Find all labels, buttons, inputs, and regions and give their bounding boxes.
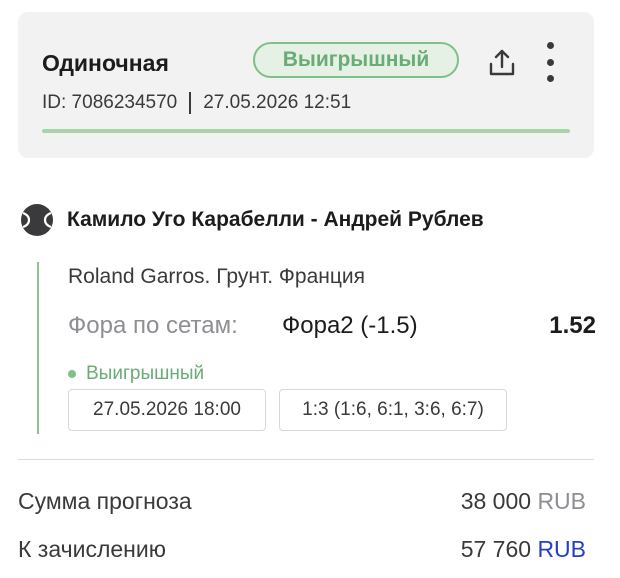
bet-header-card: Одиночная Выигрышный ID: 7086234570 27.0… <box>18 12 594 158</box>
bet-type-title: Одиночная <box>42 50 169 76</box>
status-badge: Выигрышный <box>253 42 459 78</box>
event-details: Roland Garros. Грунт. Франция Фора по се… <box>37 262 596 434</box>
more-vertical-icon <box>546 75 554 82</box>
stake-row: Сумма прогноза 38 000 RUB <box>18 488 586 515</box>
tournament-label: Roland Garros. Грунт. Франция <box>68 265 365 288</box>
tennis-ball-icon <box>21 204 53 236</box>
payout-amount: 57 760 <box>460 536 532 562</box>
event-header[interactable]: Камило Уго Карабелли - Андрей Рублев <box>20 203 484 237</box>
more-vertical-icon <box>546 58 554 66</box>
outcome-status: Выигрышный <box>68 363 204 385</box>
bet-id: ID: 7086234570 <box>42 92 178 113</box>
payout-currency: RUB <box>537 536 586 562</box>
stake-label: Сумма прогноза <box>18 488 192 514</box>
share-icon <box>489 49 515 76</box>
meta-separator <box>189 92 192 114</box>
event-score: 1:3 (1:6, 6:1, 3:6, 6:7) <box>279 389 507 431</box>
payout-row: К зачислению 57 760 RUB <box>18 536 586 563</box>
event-start-time: 27.05.2026 18:00 <box>68 389 266 431</box>
odds-value: 1.52 <box>549 312 596 339</box>
more-options-button[interactable] <box>538 42 562 82</box>
bet-meta: ID: 7086234570 27.05.2026 12:51 <box>42 92 351 114</box>
payout-label: К зачислению <box>18 536 166 562</box>
more-vertical-icon <box>546 42 554 49</box>
payout-value: 57 760 RUB <box>461 536 586 563</box>
market-label: Фора по сетам: <box>68 312 238 339</box>
stake-amount: 38 000 <box>460 488 532 514</box>
status-dot-icon <box>68 370 76 378</box>
divider <box>18 459 594 460</box>
selection-label: Фора2 (-1.5) <box>282 312 418 339</box>
stake-currency: RUB <box>537 488 586 514</box>
event-title: Камило Уго Карабелли - Андрей Рублев <box>67 208 484 231</box>
bet-datetime: 27.05.2026 12:51 <box>203 92 352 113</box>
stake-value: 38 000 RUB <box>461 488 586 515</box>
outcome-status-label: Выигрышный <box>86 363 205 384</box>
status-progress-bar <box>42 129 570 133</box>
share-button[interactable] <box>484 45 520 81</box>
